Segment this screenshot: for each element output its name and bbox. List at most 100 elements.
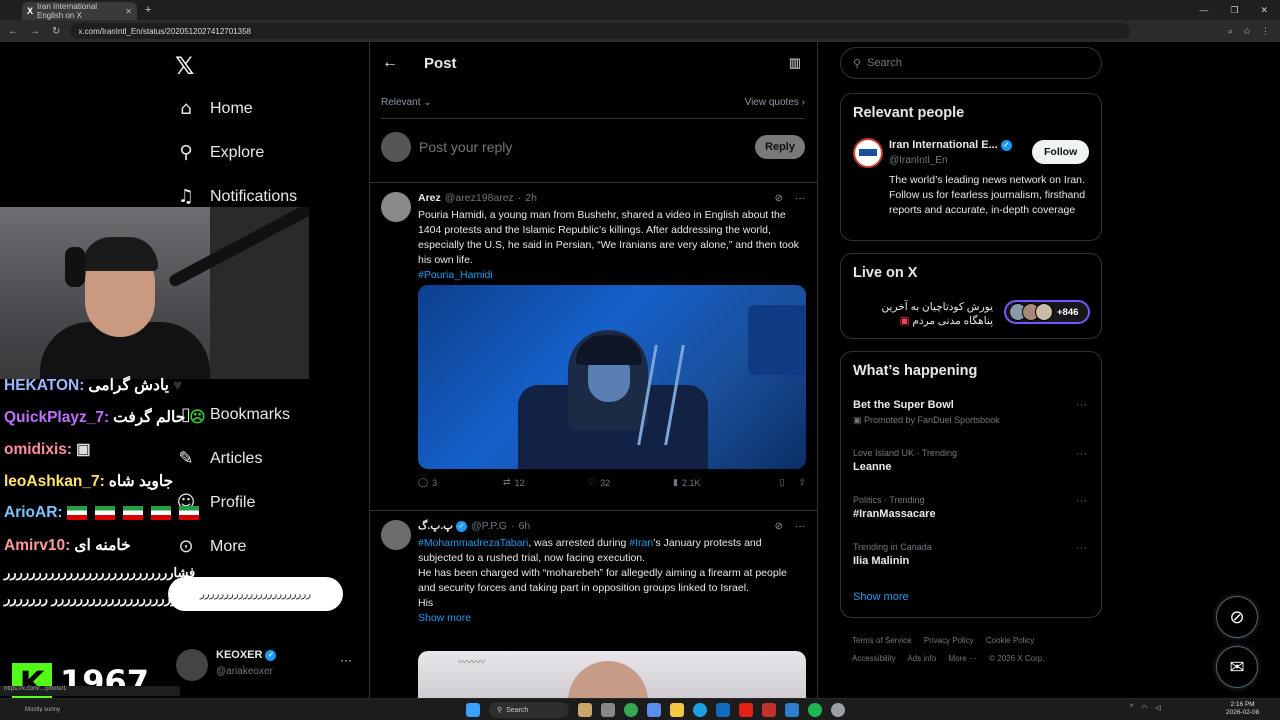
person-name[interactable]: Iran International E... ✓ [889,139,1012,151]
sort-dropdown[interactable]: Relevant ⌄ [381,97,432,108]
trend-context: Trending in Canada [853,542,932,552]
repost-stat[interactable]: ⇄ 12 [503,477,588,488]
avatar[interactable] [381,520,411,550]
show-more-link[interactable]: Show more [418,612,471,624]
more-dots-icon[interactable]: ··· [340,653,352,667]
nav-articles[interactable]: ✎ Articles [176,448,262,469]
x-logo[interactable]: 𝕏 [175,52,194,80]
hashtag-link[interactable]: #MohammadrezaTabari [418,537,528,549]
menu-icon[interactable]: ⋮ [1261,26,1270,37]
footer-link[interactable]: Cookie Policy [986,636,1034,645]
post-header: ← Post ▥ [370,42,817,84]
close-tab-icon[interactable]: ✕ [125,7,132,16]
more-dots-icon[interactable]: ··· [1076,542,1087,554]
tweet-video[interactable] [418,285,806,469]
close-window-icon[interactable]: ✕ [1260,5,1268,16]
footer-link[interactable]: Accessibility [852,654,896,663]
youtube-icon[interactable] [739,703,753,717]
zoom-icon[interactable]: ⌕ [1228,26,1233,37]
image-calligraphy: 〰〰〰 [458,657,486,667]
forward-icon[interactable]: → [30,26,40,37]
nav-notifications[interactable]: ♫ Notifications [176,186,297,207]
footer-link[interactable]: More ··· [949,654,977,663]
avatar[interactable] [381,192,411,222]
like-stat[interactable]: ♡ 32 [588,477,673,488]
explorer-icon[interactable] [670,703,684,717]
trend-item[interactable]: Politics · Trending #IranMassacare ··· [853,495,1093,520]
follow-button[interactable]: Follow [1032,140,1090,164]
footer-link[interactable]: Ads info [907,654,936,663]
url-field[interactable]: x.com/IranIntl_En/status/202051202741270… [70,23,1131,39]
widget-icon[interactable] [578,703,592,717]
search-input[interactable]: ⚲ Search [840,47,1102,79]
browser-tab[interactable]: X Iran International English on X ✕ [22,2,137,20]
messages-fab[interactable]: ✉ [1216,646,1258,688]
hashtag-link[interactable]: #Iran [629,537,653,549]
chrome-icon[interactable] [624,703,638,717]
more-dots-icon[interactable]: ··· [1076,495,1087,507]
footer-link[interactable]: Privacy Policy [924,636,974,645]
windows-start-icon[interactable] [466,703,480,717]
author-name[interactable]: Arez [418,192,441,204]
grok-icon[interactable]: ⊘ [775,193,783,204]
bookmark-icon[interactable]: ▯ [780,477,785,488]
show-more-link[interactable]: Show more [853,591,909,603]
grok-icon[interactable]: ⊘ [775,521,783,532]
spotify-icon[interactable] [808,703,822,717]
mail-app-icon[interactable] [762,703,776,717]
outlook-icon[interactable] [716,703,730,717]
view-quotes-label: View quotes [744,97,799,108]
author-name[interactable]: پ.پ.گ [418,520,453,532]
reply-input[interactable]: Post your reply [419,139,512,155]
footer-link[interactable]: Terms of Service [852,636,912,645]
more-dots-icon[interactable]: ··· [1076,448,1087,460]
more-dots-icon[interactable]: ··· [1076,399,1087,411]
system-tray: ^ ◠ ◁ [1130,704,1161,712]
reply-button[interactable]: Reply [755,135,805,159]
taskbar-search[interactable]: ⚲ Search [489,702,569,718]
maximize-icon[interactable]: ❐ [1230,5,1238,16]
view-quotes-link[interactable]: View quotes › [745,97,805,108]
avatar[interactable] [853,138,883,168]
taskbar: Mostly sunny ⚲ Search ^ ◠ ◁ 2:16 PM 2026-0… [0,698,1280,720]
tray-arrow-icon[interactable]: ^ [1130,704,1133,712]
tweet-image[interactable]: 〰〰〰 [418,651,806,702]
volume-icon[interactable]: ◁ [1155,704,1160,712]
star-icon[interactable]: ☆ [1243,26,1251,37]
trend-item[interactable]: Trending in Canada Ilia Malinin ··· [853,542,1093,567]
views-stat[interactable]: ▮ 2.1K [673,477,761,488]
account-switcher[interactable]: KEOXER ✓ @ariakeoxer ··· [176,647,356,683]
nav-home[interactable]: ⌂ Home [176,98,252,119]
nav-more[interactable]: ⊙ More [176,536,246,557]
trend-item[interactable]: Bet the Super Bowl ▣ Promoted by FanDuel… [853,399,1093,426]
live-title[interactable]: یورش کودتاچیان به آخرین پناهگاه مدنی مرد… [853,300,993,328]
trend-item[interactable]: Love Island UK · Trending Leanne ··· [853,448,1093,473]
reply-stat[interactable]: ◯ 3 [418,477,503,488]
back-icon[interactable]: ← [8,26,18,37]
more-dots-icon[interactable]: ··· [795,521,805,532]
author-handle: @arez198arez [444,192,514,204]
store-icon[interactable] [785,703,799,717]
more-dots-icon[interactable]: ··· [795,193,805,204]
wifi-icon[interactable]: ◠ [1141,704,1147,712]
nav-explore[interactable]: ⚲ Explore [176,142,264,163]
reload-icon[interactable]: ↻ [52,26,60,37]
back-arrow-icon[interactable]: ← [382,54,398,72]
grok-fab[interactable]: ⊘ [1216,596,1258,638]
tweet-time: 2h [525,192,537,204]
repost-count: 12 [514,477,525,488]
nav-label: Bookmarks [210,405,291,423]
reader-mode-icon[interactable]: ▥ [789,55,801,71]
app-icon[interactable] [647,703,661,717]
task-view-icon[interactable] [601,703,615,717]
settings-icon[interactable] [831,703,845,717]
weather-widget[interactable]: Mostly sunny [25,707,60,713]
clock[interactable]: 2:16 PM 2026-02-08 [1226,701,1259,717]
live-listeners[interactable]: +846 [1004,300,1090,324]
minimize-icon[interactable]: — [1199,5,1208,16]
chat-user: QuickPlayz_7: [4,408,110,426]
new-tab-icon[interactable]: + [145,4,151,16]
edge-icon[interactable] [693,703,707,717]
share-icon[interactable]: ⇪ [798,477,806,488]
hashtag-link[interactable]: #Pouria_Hamidi [418,269,493,281]
